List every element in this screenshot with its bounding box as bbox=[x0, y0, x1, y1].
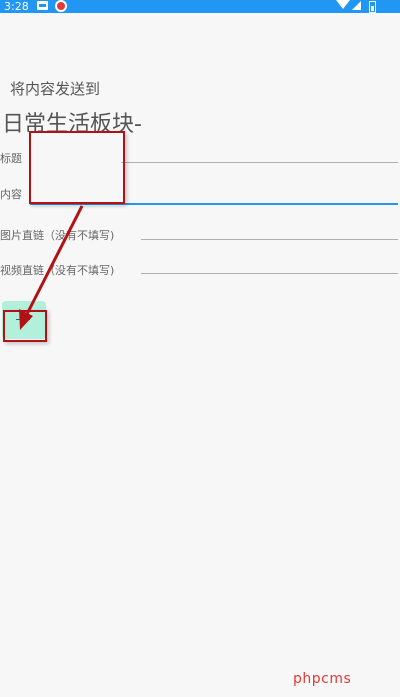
video-link-input[interactable] bbox=[141, 273, 398, 274]
video-link-label: 视频直链（没有不填写) bbox=[0, 264, 115, 277]
app-notification-icon bbox=[55, 0, 67, 12]
wifi-icon bbox=[336, 0, 350, 9]
annotation-arrow bbox=[19, 205, 84, 330]
send-to-label: 将内容发送到 bbox=[10, 80, 101, 98]
image-link-label: 图片直链（没有不填写) bbox=[0, 229, 115, 242]
battery-icon bbox=[369, 1, 376, 13]
annotation-button-box bbox=[3, 310, 47, 342]
status-bar: 3:28 bbox=[0, 0, 400, 13]
signal-icon bbox=[352, 1, 361, 10]
content-label: 内容 bbox=[0, 188, 22, 201]
title-label: 标题 bbox=[0, 152, 22, 165]
watermark: phpcms bbox=[293, 671, 352, 687]
annotation-highlight-box bbox=[29, 131, 125, 204]
title-input[interactable] bbox=[121, 162, 398, 163]
image-link-input[interactable] bbox=[141, 239, 398, 240]
status-time: 3:28 bbox=[4, 0, 29, 13]
notification-icon bbox=[37, 1, 48, 10]
